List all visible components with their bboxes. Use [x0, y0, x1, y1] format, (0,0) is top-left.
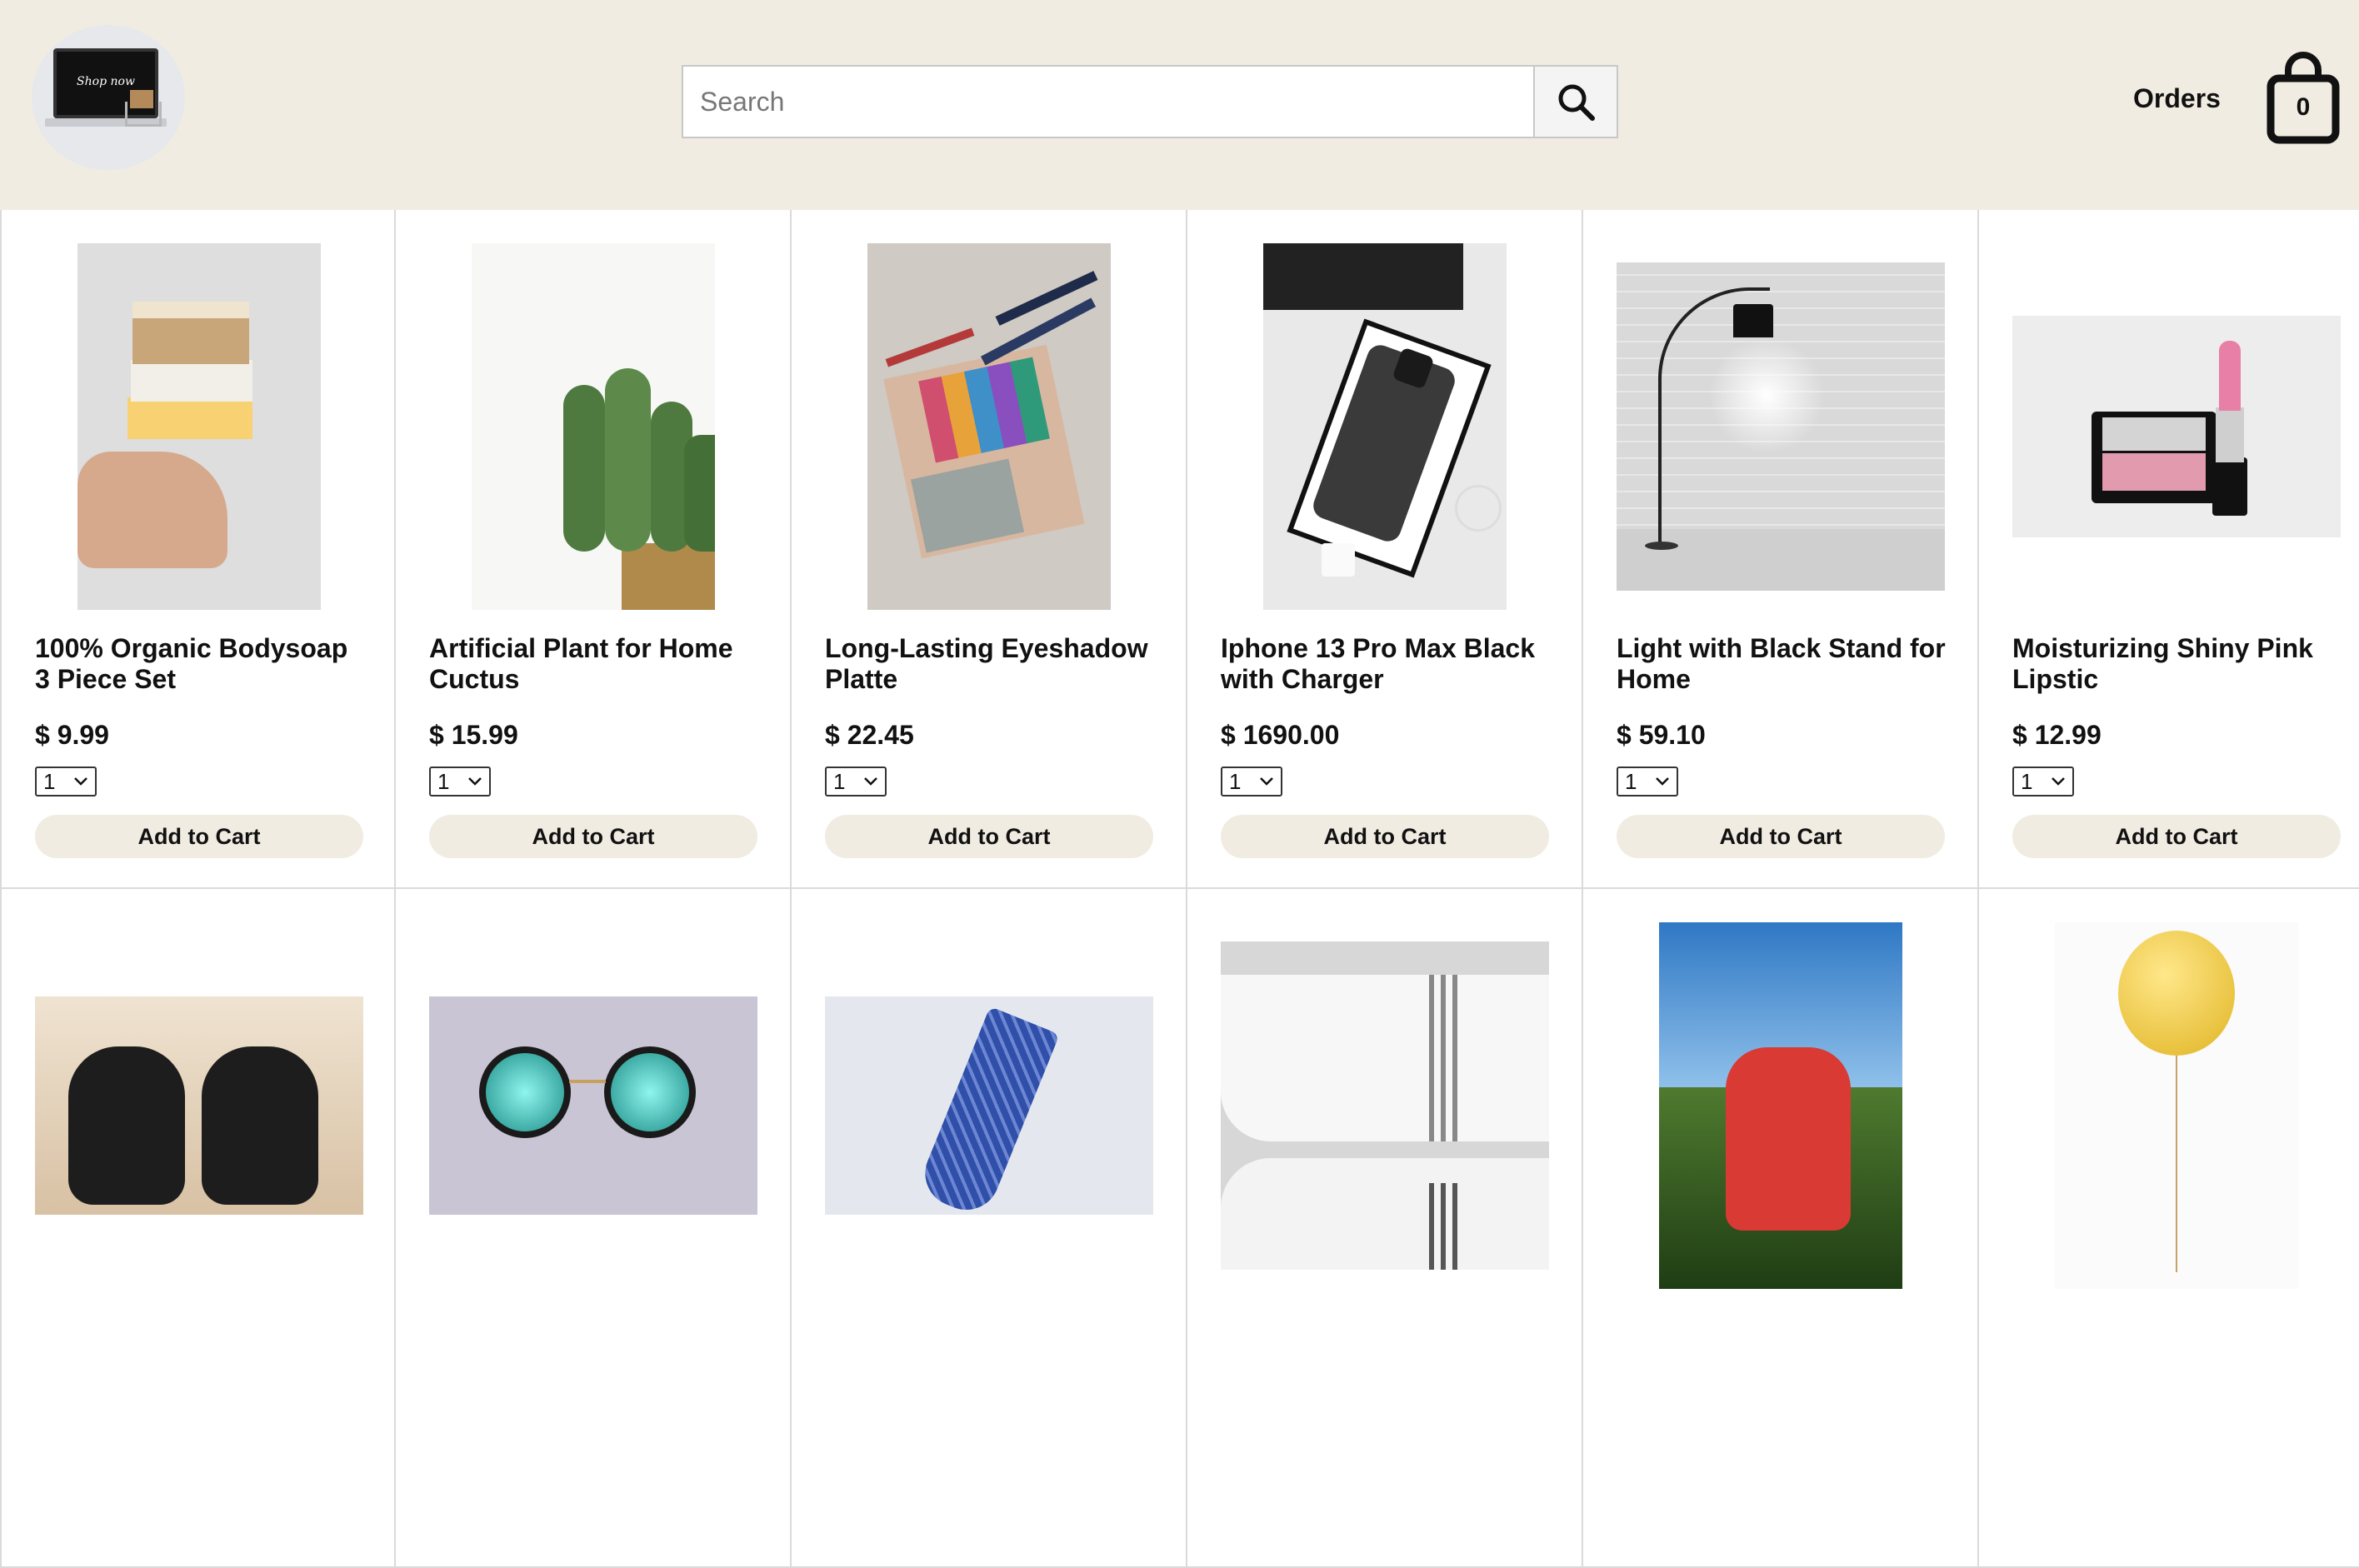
logo[interactable]: Shop now	[32, 25, 185, 170]
product-card: 100% Organic Bodysoap 3 Piece Set $ 9.99…	[0, 210, 396, 889]
product-card: Light with Black Stand for Home $ 59.10 …	[1583, 210, 1979, 889]
product-card	[1583, 889, 1979, 1568]
orders-link[interactable]: Orders	[2133, 83, 2221, 114]
product-price: $ 9.99	[35, 720, 109, 750]
product-name[interactable]: Light with Black Stand for Home	[1617, 633, 1950, 695]
product-card	[396, 889, 792, 1568]
red-backpack-image	[1659, 922, 1902, 1289]
product-price: $ 1690.00	[1221, 720, 1340, 750]
quantity-value: 1	[43, 768, 56, 794]
quantity-select[interactable]: 1	[429, 767, 491, 796]
product-card: Artificial Plant for Home Cuctus $ 15.99…	[396, 210, 792, 889]
round-sunglasses-image	[429, 996, 757, 1215]
product-image[interactable]	[1221, 243, 1549, 610]
logo-cart-icon	[125, 102, 162, 127]
product-name[interactable]: 100% Organic Bodysoap 3 Piece Set	[35, 633, 368, 695]
leather-shoes-image	[35, 996, 363, 1215]
product-price: $ 59.10	[1617, 720, 1706, 750]
chevron-down-icon	[2052, 777, 2065, 786]
add-to-cart-button[interactable]: Add to Cart	[1617, 815, 1945, 858]
search-icon	[1558, 84, 1595, 121]
blue-tie-image	[825, 996, 1153, 1215]
add-to-cart-button[interactable]: Add to Cart	[2012, 815, 2341, 858]
product-image[interactable]	[2012, 922, 2341, 1289]
quantity-select[interactable]: 1	[825, 767, 887, 796]
site-header: Shop now Orders 0	[0, 0, 2359, 210]
product-name[interactable]: Long-Lasting Eyeshadow Platte	[825, 633, 1158, 695]
chevron-down-icon	[468, 777, 482, 786]
add-to-cart-button[interactable]: Add to Cart	[1221, 815, 1549, 858]
quantity-select[interactable]: 1	[1617, 767, 1678, 796]
search-bar	[682, 65, 1618, 138]
quantity-select[interactable]: 1	[2012, 767, 2074, 796]
product-card	[1187, 889, 1583, 1568]
add-to-cart-button[interactable]: Add to Cart	[825, 815, 1153, 858]
quantity-value: 1	[833, 768, 846, 794]
product-card: Iphone 13 Pro Max Black with Charger $ 1…	[1187, 210, 1583, 889]
product-price: $ 12.99	[2012, 720, 2102, 750]
quantity-value: 1	[1229, 768, 1242, 794]
product-image[interactable]	[825, 922, 1153, 1289]
product-image[interactable]	[825, 243, 1153, 610]
product-price: $ 22.45	[825, 720, 914, 750]
product-name[interactable]: Iphone 13 Pro Max Black with Charger	[1221, 633, 1554, 695]
search-input[interactable]	[683, 67, 1533, 137]
product-image[interactable]	[35, 243, 363, 610]
add-to-cart-button[interactable]: Add to Cart	[429, 815, 757, 858]
quantity-value: 1	[2021, 768, 2033, 794]
quantity-select[interactable]: 1	[35, 767, 97, 796]
chevron-down-icon	[1656, 777, 1669, 786]
quantity-select[interactable]: 1	[1221, 767, 1282, 796]
product-card	[1979, 889, 2359, 1568]
search-button[interactable]	[1533, 67, 1617, 137]
product-grid: 100% Organic Bodysoap 3 Piece Set $ 9.99…	[0, 210, 2359, 1568]
product-name[interactable]: Artificial Plant for Home Cuctus	[429, 633, 762, 695]
chevron-down-icon	[74, 777, 87, 786]
product-card	[792, 889, 1187, 1568]
product-price: $ 15.99	[429, 720, 518, 750]
product-image[interactable]	[1617, 243, 1945, 610]
product-card: Moisturizing Shiny Pink Lipstic $ 12.99 …	[1979, 210, 2359, 889]
quantity-value: 1	[437, 768, 450, 794]
iphone-box-image	[1263, 243, 1507, 610]
product-image[interactable]	[429, 922, 757, 1289]
quantity-value: 1	[1625, 768, 1637, 794]
product-card: Long-Lasting Eyeshadow Platte $ 22.45 1 …	[792, 210, 1187, 889]
product-image[interactable]	[35, 922, 363, 1289]
chevron-down-icon	[1260, 777, 1273, 786]
product-name[interactable]: Moisturizing Shiny Pink Lipstic	[2012, 633, 2346, 695]
emoji-balloon-image	[2055, 922, 2298, 1289]
product-image[interactable]	[1221, 922, 1549, 1289]
chevron-down-icon	[864, 777, 877, 786]
cart-button[interactable]: 0	[2267, 52, 2340, 145]
lipstick-compact-image	[2012, 316, 2341, 537]
product-image[interactable]	[429, 243, 757, 610]
white-towels-image	[1221, 941, 1549, 1270]
soap-bars-in-hand-image	[77, 243, 321, 610]
floor-lamp-image	[1617, 262, 1945, 591]
logo-text: Shop now	[77, 75, 135, 88]
cart-count: 0	[2296, 93, 2311, 121]
add-to-cart-button[interactable]: Add to Cart	[35, 815, 363, 858]
product-card	[0, 889, 396, 1568]
eyeshadow-palette-image	[867, 243, 1111, 610]
product-image[interactable]	[2012, 243, 2341, 610]
product-image[interactable]	[1617, 922, 1945, 1289]
cactus-plant-image	[472, 243, 715, 610]
